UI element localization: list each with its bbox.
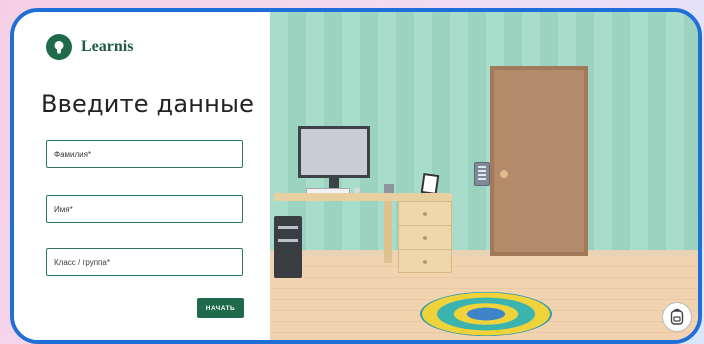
door[interactable] bbox=[490, 66, 588, 256]
drawer[interactable] bbox=[399, 226, 451, 250]
pc-tower[interactable] bbox=[274, 216, 302, 278]
drawer[interactable] bbox=[399, 202, 451, 226]
door-keypad[interactable] bbox=[474, 162, 490, 186]
login-panel: Learnis Введите данные НАЧАТЬ bbox=[14, 12, 270, 340]
room-scene bbox=[270, 12, 698, 340]
desk-drawers[interactable] bbox=[398, 201, 452, 273]
surname-field[interactable] bbox=[46, 140, 243, 168]
photo-frame[interactable] bbox=[420, 172, 440, 196]
page-title: Введите данные bbox=[41, 90, 255, 118]
desk-leg bbox=[384, 201, 392, 263]
name-field[interactable] bbox=[46, 195, 243, 223]
desk-phone[interactable] bbox=[384, 184, 394, 193]
desk bbox=[274, 193, 452, 201]
lightbulb-icon bbox=[46, 34, 72, 60]
class-group-field[interactable] bbox=[46, 248, 243, 276]
brand-logo: Learnis bbox=[46, 34, 133, 60]
app-frame: Learnis Введите данные НАЧАТЬ bbox=[10, 8, 702, 344]
round-rug[interactable] bbox=[420, 292, 552, 336]
brand-name: Learnis bbox=[81, 38, 134, 55]
drawer[interactable] bbox=[399, 250, 451, 273]
start-button[interactable]: НАЧАТЬ bbox=[197, 298, 244, 318]
computer-monitor[interactable] bbox=[298, 126, 370, 178]
door-knob bbox=[500, 170, 508, 178]
backpack-icon[interactable] bbox=[662, 302, 692, 332]
